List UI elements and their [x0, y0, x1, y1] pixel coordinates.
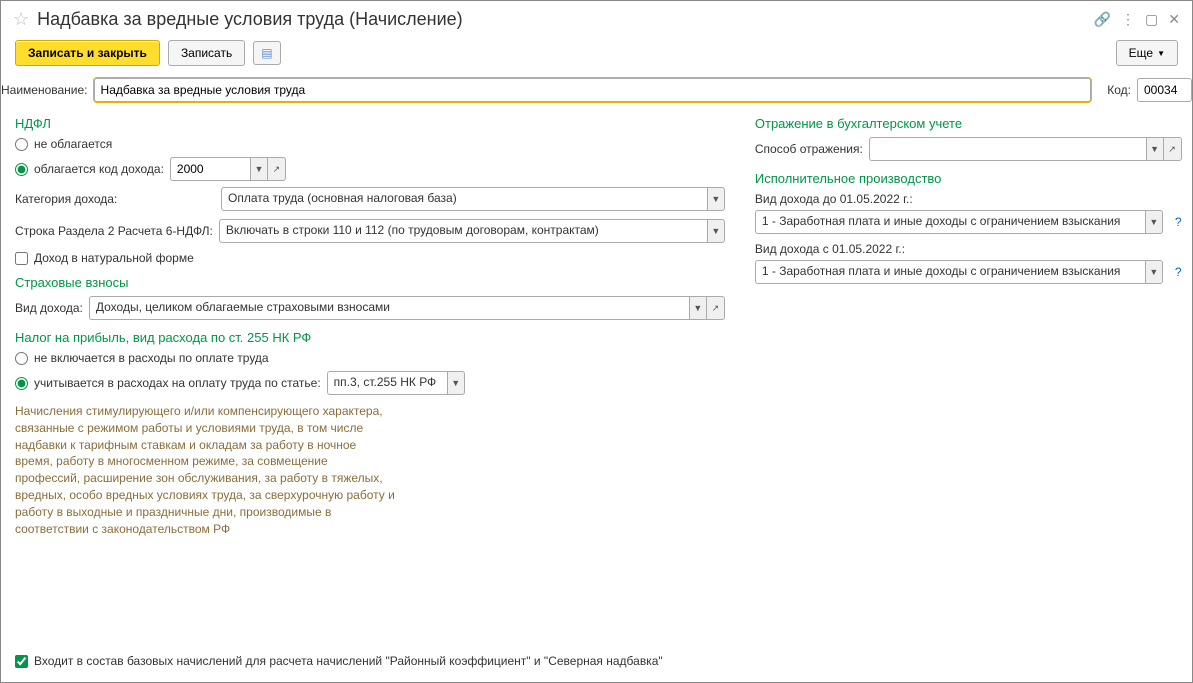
accounting-section-title: Отражение в бухгалтерском учете [755, 116, 1182, 131]
accounting-method-label: Способ отражения: [755, 142, 863, 156]
enforce-before-label: Вид дохода до 01.05.2022 г.: [755, 192, 1182, 206]
toolbar: Записать и закрыть Записать ▤ Еще ▼ [1, 34, 1192, 78]
profit-include-label: учитывается в расходах на оплату труда п… [34, 376, 321, 390]
enforce-before-dropdown-button[interactable]: ▼ [1145, 210, 1163, 234]
code-input[interactable] [1137, 78, 1192, 102]
code-label: Код: [1107, 83, 1131, 97]
line6-dropdown-button[interactable]: ▼ [707, 219, 725, 243]
enforce-after-value[interactable]: 1 - Заработная плата и иные доходы с огр… [755, 260, 1145, 284]
enforce-before-row: 1 - Заработная плата и иные доходы с огр… [755, 210, 1182, 234]
contrib-kind-row: Вид дохода: Доходы, целиком облагаемые с… [15, 296, 725, 320]
content-area: НДФЛ не облагается облагается код дохода… [1, 116, 1192, 682]
accounting-method-open-button[interactable]: ↗ [1164, 137, 1182, 161]
enforce-section-title: Исполнительное производство [755, 171, 1182, 186]
line6-row: Строка Раздела 2 Расчета 6-НДФЛ: Включат… [15, 219, 725, 243]
accrual-form-window: ☆ Надбавка за вредные условия труда (Нач… [0, 0, 1193, 683]
link-icon[interactable]: 🔗 [1094, 11, 1111, 28]
profit-article-dropdown-button[interactable]: ▼ [447, 371, 465, 395]
save-button[interactable]: Записать [168, 40, 245, 66]
accounting-method-dropdown-button[interactable]: ▼ [1146, 137, 1164, 161]
name-input[interactable] [94, 78, 1092, 102]
titlebar: ☆ Надбавка за вредные условия труда (Нач… [1, 1, 1192, 34]
base-accrual-label: Входит в состав базовых начислений для р… [34, 654, 663, 668]
report-button[interactable]: ▤ [253, 41, 280, 65]
contrib-kind-open-button[interactable]: ↗ [707, 296, 725, 320]
enforce-before-help-icon[interactable]: ? [1175, 215, 1182, 229]
chevron-down-icon: ▼ [1157, 49, 1165, 58]
contrib-section-title: Страховые взносы [15, 275, 725, 290]
accounting-method-value[interactable] [869, 137, 1146, 161]
page-title: Надбавка за вредные условия труда (Начис… [37, 9, 1085, 30]
enforce-after-dropdown-button[interactable]: ▼ [1145, 260, 1163, 284]
enforce-before-value[interactable]: 1 - Заработная плата и иные доходы с огр… [755, 210, 1145, 234]
ndfl-exempt-radio[interactable] [15, 138, 28, 151]
base-accrual-checkbox[interactable] [15, 655, 28, 668]
profit-article-value[interactable]: пп.3, ст.255 НК РФ [327, 371, 447, 395]
profit-article-combo: пп.3, ст.255 НК РФ ▼ [327, 371, 465, 395]
document-icon: ▤ [261, 46, 272, 60]
natural-form-label: Доход в натуральной форме [34, 251, 194, 265]
name-code-row: Наименование: Код: [1, 78, 1192, 102]
income-code-combo: ▼ ↗ [170, 157, 286, 181]
income-category-row: Категория дохода: Оплата труда (основная… [15, 187, 725, 211]
enforce-after-row: 1 - Заработная плата и иные доходы с огр… [755, 260, 1182, 284]
ndfl-taxed-radio[interactable] [15, 163, 28, 176]
enforce-after-help-icon[interactable]: ? [1175, 265, 1182, 279]
income-category-label: Категория дохода: [15, 192, 215, 206]
enforce-after-combo: 1 - Заработная плата и иные доходы с огр… [755, 260, 1163, 284]
ndfl-taxed-label: облагается код дохода: [34, 162, 164, 176]
maximize-icon[interactable]: ▢ [1145, 11, 1158, 28]
line6-label: Строка Раздела 2 Расчета 6-НДФЛ: [15, 224, 213, 238]
line6-combo: Включать в строки 110 и 112 (по трудовым… [219, 219, 725, 243]
ndfl-taxed-row: облагается код дохода: ▼ ↗ [15, 157, 725, 181]
enforce-after-label: Вид дохода с 01.05.2022 г.: [755, 242, 1182, 256]
ndfl-exempt-label: не облагается [34, 137, 112, 151]
income-code-open-button[interactable]: ↗ [268, 157, 286, 181]
profit-include-radio[interactable] [15, 377, 28, 390]
save-and-close-button[interactable]: Записать и закрыть [15, 40, 160, 66]
accounting-method-row: Способ отражения: ▼ ↗ [755, 137, 1182, 161]
enforce-before-combo: 1 - Заработная плата и иные доходы с огр… [755, 210, 1163, 234]
income-code-dropdown-button[interactable]: ▼ [250, 157, 268, 181]
left-column: НДФЛ не облагается облагается код дохода… [15, 116, 725, 682]
contrib-kind-combo: Доходы, целиком облагаемые страховыми вз… [89, 296, 725, 320]
contrib-kind-label: Вид дохода: [15, 301, 83, 315]
profit-include-row: учитывается в расходах на оплату труда п… [15, 371, 725, 395]
close-icon[interactable]: ✕ [1168, 11, 1180, 28]
profit-tax-section-title: Налог на прибыль, вид расхода по ст. 255… [15, 330, 725, 345]
ndfl-section-title: НДФЛ [15, 116, 725, 131]
profit-tax-hint: Начисления стимулирующего и/или компенси… [15, 403, 395, 537]
profit-exclude-row: не включается в расходы по оплате труда [15, 351, 725, 365]
more-menu-button[interactable]: Еще ▼ [1116, 40, 1178, 66]
profit-exclude-radio[interactable] [15, 352, 28, 365]
name-label: Наименование: [1, 83, 88, 97]
line6-value[interactable]: Включать в строки 110 и 112 (по трудовым… [219, 219, 707, 243]
kebab-menu-icon[interactable]: ⋮ [1121, 11, 1135, 28]
accounting-method-combo: ▼ ↗ [869, 137, 1182, 161]
titlebar-controls: 🔗 ⋮ ▢ ✕ [1094, 11, 1180, 28]
income-category-dropdown-button[interactable]: ▼ [707, 187, 725, 211]
favorite-star-icon[interactable]: ☆ [13, 9, 29, 30]
contrib-kind-dropdown-button[interactable]: ▼ [689, 296, 707, 320]
income-code-input[interactable] [170, 157, 250, 181]
contrib-kind-value[interactable]: Доходы, целиком облагаемые страховыми вз… [89, 296, 689, 320]
natural-form-checkbox[interactable] [15, 252, 28, 265]
income-category-combo: Оплата труда (основная налоговая база) ▼ [221, 187, 725, 211]
footer-base-check-row: Входит в состав базовых начислений для р… [15, 654, 663, 668]
right-column: Отражение в бухгалтерском учете Способ о… [745, 116, 1182, 682]
ndfl-exempt-row: не облагается [15, 137, 725, 151]
income-category-value[interactable]: Оплата труда (основная налоговая база) [221, 187, 707, 211]
natural-form-row: Доход в натуральной форме [15, 251, 725, 265]
profit-exclude-label: не включается в расходы по оплате труда [34, 351, 269, 365]
